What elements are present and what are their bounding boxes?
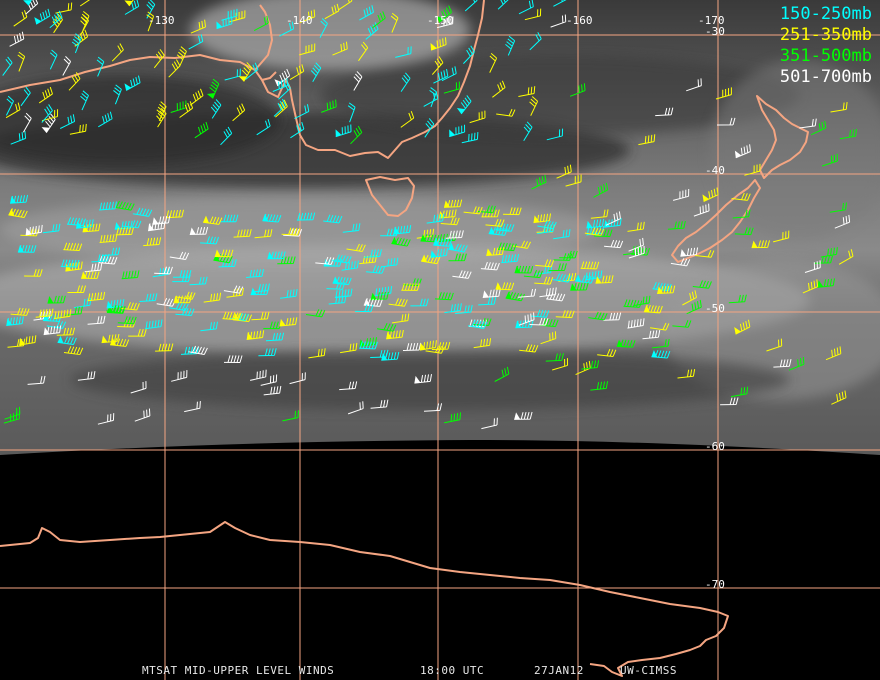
longitude-label: -160 [566,14,593,27]
legend-entry-351-500: 351-500mb [779,46,872,66]
legend-entry-251-350: 251-350mb [779,25,872,45]
longitude-label: -130 [148,14,175,27]
legend-entry-150-250: 150-250mb [779,4,872,24]
latitude-label: -70 [705,578,725,591]
legend-entry-501-700: 501-700mb [779,67,872,87]
pressure-level-legend: 150-250mb 251-350mb 351-500mb 501-700mb [780,4,872,88]
map-canvas: -130 -140 -150 -160 -170 -30 -40 -50 -60… [0,0,880,680]
antarctica-coast [0,521,729,677]
satellite-wind-map: -130 -140 -150 -160 -170 -30 -40 -50 -60… [0,0,880,680]
longitude-label: -150 [427,14,454,27]
image-footer: MTSAT MID-UPPER LEVEL WINDS 18:00 UTC 27… [0,664,880,678]
data-source: UW-CIMSS [620,664,677,677]
latitude-label: -60 [705,440,725,453]
latitude-label: -50 [705,302,725,315]
latitude-label: -30 [705,25,725,38]
latitude-label: -40 [705,164,725,177]
product-title: MTSAT MID-UPPER LEVEL WINDS [142,664,335,677]
valid-time: 18:00 UTC [420,664,485,677]
longitude-label: -140 [286,14,313,27]
valid-date: 27JAN12 [534,664,584,677]
